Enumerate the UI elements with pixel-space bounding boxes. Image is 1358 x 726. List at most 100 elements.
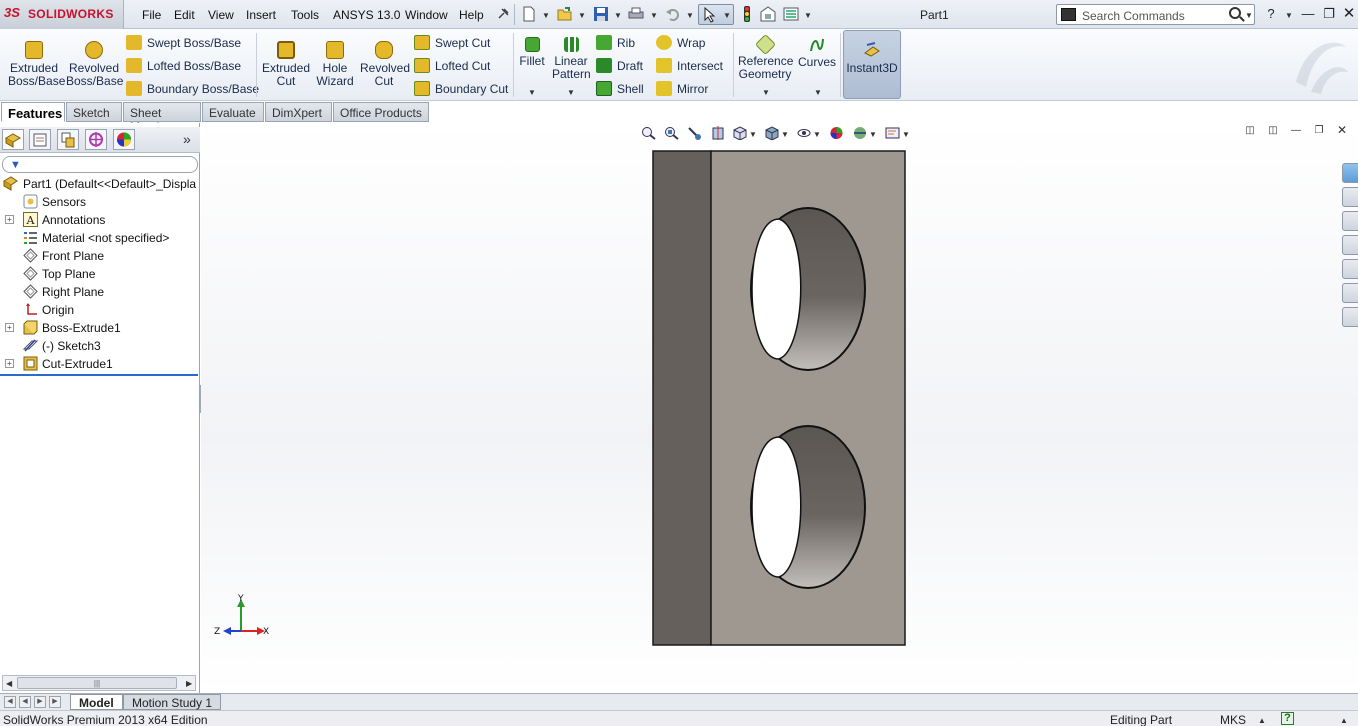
hide-show-items-icon[interactable] — [797, 126, 812, 140]
save-dropdown-icon[interactable]: ▼ — [614, 11, 622, 20]
view-orientation-icon[interactable] — [733, 126, 748, 140]
more-tabs-icon[interactable]: » — [183, 131, 191, 147]
tab-sketch[interactable]: Sketch — [66, 102, 122, 122]
print-dropdown-icon[interactable]: ▼ — [650, 11, 658, 20]
options-icon[interactable] — [783, 6, 799, 22]
feature-tree-tab[interactable] — [2, 129, 24, 150]
menu-help[interactable]: Help — [459, 8, 484, 22]
menu-window[interactable]: Window — [405, 8, 448, 22]
fillet-button[interactable]: Fillet — [518, 31, 546, 68]
new-dropdown-icon[interactable]: ▼ — [542, 11, 550, 20]
viewport-restore-icon[interactable]: ❐ — [1313, 125, 1325, 137]
expand-icon[interactable]: + — [5, 359, 14, 368]
hole-wizard-button[interactable]: Hole Wizard — [314, 31, 356, 88]
swept-boss-button[interactable]: Swept Boss/Base — [126, 35, 241, 53]
scroll-right-icon[interactable]: ▶ — [186, 679, 192, 688]
tab-model[interactable]: Model — [70, 694, 123, 710]
tree-root-part[interactable]: Part1 (Default<<Default>_Displa — [0, 175, 200, 193]
previous-view-icon[interactable] — [687, 126, 702, 140]
save-icon[interactable] — [593, 6, 609, 22]
solidworks-resources-icon[interactable] — [1342, 163, 1358, 183]
section-view-icon[interactable] — [711, 126, 726, 140]
pin-icon[interactable] — [495, 6, 511, 22]
tab-dimxpert[interactable]: DimXpert — [265, 102, 332, 122]
dimxpert-manager-tab[interactable] — [85, 129, 107, 150]
file-explorer-icon[interactable] — [1342, 235, 1358, 255]
display-style-icon[interactable] — [765, 126, 780, 140]
tab-office-products[interactable]: Office Products — [333, 102, 429, 122]
appearances-icon[interactable] — [1342, 283, 1358, 303]
search-dropdown-icon[interactable]: ▼ — [1245, 11, 1253, 20]
pattern-dropdown-icon[interactable]: ▼ — [567, 88, 575, 97]
undo-dropdown-icon[interactable]: ▼ — [686, 11, 694, 20]
viewport-split-icon[interactable]: ◫ — [1244, 125, 1256, 137]
view-palette-icon[interactable] — [1342, 259, 1358, 279]
prev-tab-icon[interactable]: ◀ — [19, 696, 31, 708]
graphics-area[interactable]: ▼ ▼ ▼ ▼ ▼ ◫ ◫ — ❐ ✕ Y Z X — [201, 123, 1358, 693]
menu-file[interactable]: File — [142, 8, 161, 22]
zoom-to-fit-icon[interactable] — [641, 126, 656, 140]
display-manager-tab[interactable] — [113, 129, 135, 150]
instant3d-button[interactable]: Instant3D — [843, 30, 901, 99]
wrap-button[interactable]: Wrap — [656, 35, 705, 53]
search-commands-field[interactable]: Search Commands ▼ — [1056, 4, 1255, 25]
options-dropdown-icon[interactable]: ▼ — [804, 11, 812, 20]
print-icon[interactable] — [628, 6, 644, 22]
reference-geometry-button[interactable]: Reference Geometry — [738, 31, 793, 81]
custom-properties-icon[interactable] — [1342, 307, 1358, 327]
draft-button[interactable]: Draft — [596, 58, 643, 76]
select-button[interactable]: ▼ — [698, 4, 734, 25]
restore-icon[interactable]: ❐ — [1321, 6, 1337, 22]
curves-button[interactable]: Curves — [798, 31, 836, 69]
help-dropdown-icon[interactable]: ▼ — [1285, 11, 1293, 20]
search-icon[interactable] — [1229, 7, 1241, 19]
help-icon[interactable]: ? — [1263, 6, 1279, 22]
first-tab-icon[interactable]: ◀ — [4, 696, 16, 708]
rollback-bar[interactable] — [0, 374, 198, 376]
extruded-cut-button[interactable]: Extruded Cut — [262, 31, 310, 88]
menu-tools[interactable]: Tools — [291, 8, 319, 22]
zoom-to-area-icon[interactable] — [664, 126, 679, 140]
expand-icon[interactable]: + — [5, 323, 14, 332]
tab-sheet-metal[interactable]: Sheet Metal — [123, 102, 201, 134]
home-icon[interactable] — [1342, 187, 1358, 207]
units-dropdown-icon[interactable]: ▲ — [1258, 716, 1266, 725]
curves-dropdown-icon[interactable]: ▼ — [814, 88, 822, 97]
design-library-icon[interactable] — [1342, 211, 1358, 231]
menu-insert[interactable]: Insert — [246, 8, 276, 22]
fillet-dropdown-icon[interactable]: ▼ — [528, 88, 536, 97]
intersect-button[interactable]: Intersect — [656, 58, 723, 76]
revolved-boss-button[interactable]: Revolved Boss/Base — [66, 31, 123, 88]
select-dropdown-icon[interactable]: ▼ — [723, 11, 731, 20]
scene-dropdown-icon[interactable]: ▼ — [869, 130, 877, 139]
close-icon[interactable]: ✕ — [1341, 6, 1357, 22]
viewport-minimize-icon[interactable]: — — [1290, 125, 1302, 137]
boundary-cut-button[interactable]: Boundary Cut — [414, 81, 508, 99]
menu-edit[interactable]: Edit — [174, 8, 195, 22]
quick-tips-icon[interactable]: ? — [1281, 712, 1294, 725]
reference-dropdown-icon[interactable]: ▼ — [762, 88, 770, 97]
file-properties-icon[interactable] — [760, 6, 776, 22]
shell-button[interactable]: Shell — [596, 81, 644, 99]
extruded-boss-button[interactable]: Extruded Boss/Base — [8, 31, 65, 88]
status-dropdown-icon[interactable]: ▲ — [1340, 716, 1348, 725]
view-settings-dropdown-icon[interactable]: ▼ — [902, 130, 910, 139]
next-tab-icon[interactable]: ▶ — [34, 696, 46, 708]
hide-show-dropdown-icon[interactable]: ▼ — [813, 130, 821, 139]
display-style-dropdown-icon[interactable]: ▼ — [781, 130, 789, 139]
boundary-boss-button[interactable]: Boundary Boss/Base — [126, 81, 259, 99]
view-orientation-dropdown-icon[interactable]: ▼ — [749, 130, 757, 139]
feature-filter-field[interactable]: ▼ — [2, 156, 198, 173]
minimize-icon[interactable]: — — [1300, 6, 1316, 22]
lofted-cut-button[interactable]: Lofted Cut — [414, 58, 490, 76]
menu-view[interactable]: View — [208, 8, 234, 22]
lofted-boss-button[interactable]: Lofted Boss/Base — [126, 58, 241, 76]
swept-cut-button[interactable]: Swept Cut — [414, 35, 490, 53]
viewport-tile-icon[interactable]: ◫ — [1267, 125, 1279, 137]
linear-pattern-button[interactable]: Linear Pattern — [552, 31, 591, 81]
property-manager-tab[interactable] — [29, 129, 51, 150]
rebuild-icon[interactable] — [739, 6, 755, 22]
last-tab-icon[interactable]: ▶ — [49, 696, 61, 708]
horizontal-scrollbar[interactable]: ◀ ||| ▶ — [2, 675, 196, 691]
viewport-close-icon[interactable]: ✕ — [1336, 124, 1348, 137]
